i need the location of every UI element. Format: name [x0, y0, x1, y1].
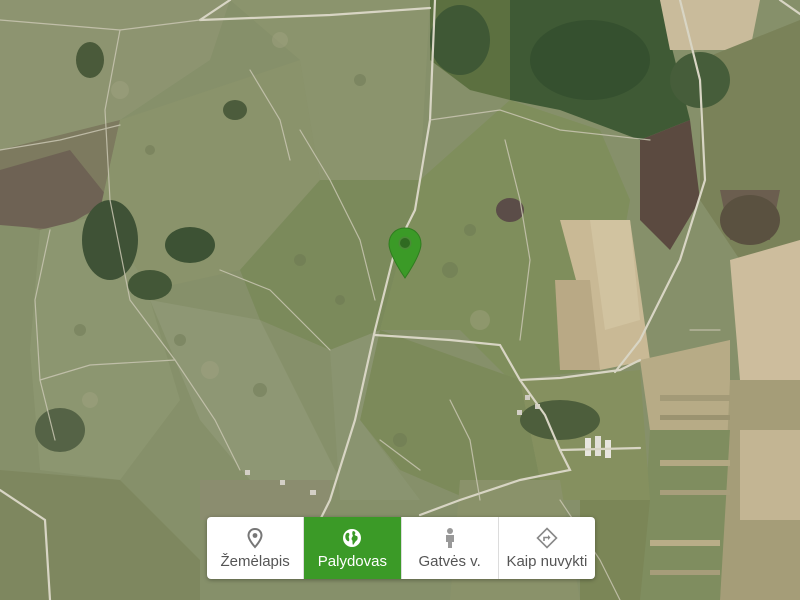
tab-directions[interactable]: Kaip nuvykti [499, 517, 595, 579]
tab-satellite[interactable]: Palydovas [304, 517, 402, 579]
tab-street-view[interactable]: Gatvės v. [402, 517, 499, 579]
directions-icon [536, 526, 558, 549]
map-view-switcher: Žemėlapis Palydovas Gatvės v. Kaip nuvyk… [207, 517, 595, 579]
tab-directions-label: Kaip nuvykti [506, 552, 588, 570]
map-pin-icon [247, 527, 263, 548]
tab-satellite-label: Palydovas [317, 552, 387, 570]
tab-map[interactable]: Žemėlapis [207, 517, 305, 579]
tab-map-label: Žemėlapis [220, 552, 290, 570]
tab-street-view-label: Gatvės v. [418, 552, 481, 570]
location-pin-icon[interactable] [387, 226, 423, 282]
map-viewport[interactable]: Žemėlapis Palydovas Gatvės v. Kaip nuvyk… [0, 0, 800, 600]
street-view-person-icon [445, 527, 454, 548]
globe-icon [343, 528, 362, 547]
satellite-imagery [0, 0, 800, 600]
